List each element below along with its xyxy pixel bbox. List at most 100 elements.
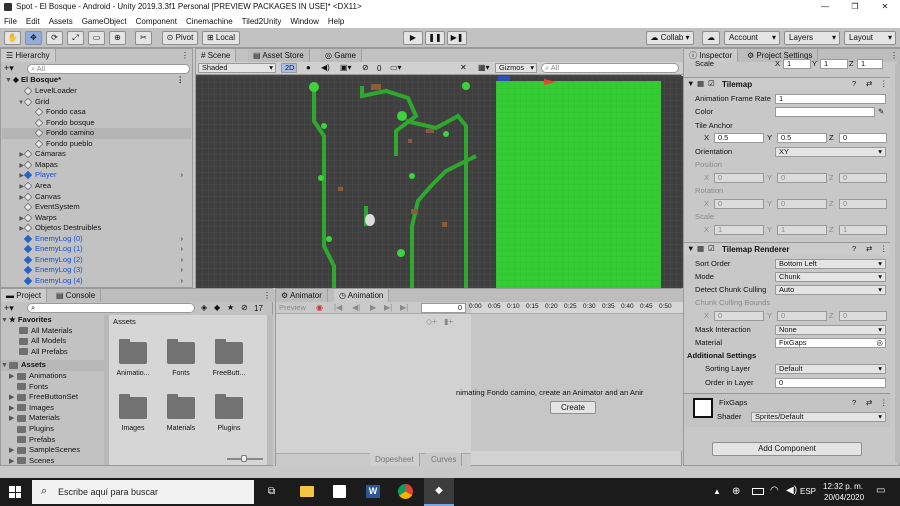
windows-start-icon[interactable] (9, 486, 21, 498)
hierarchy-item[interactable]: ▶ Cámaras (2, 149, 191, 160)
bounds-y[interactable]: 0 (777, 311, 827, 321)
grid-icon[interactable]: ▦▾ (478, 63, 490, 72)
close-button[interactable]: ✕ (875, 0, 895, 14)
preset-icon[interactable]: ⇄ (866, 244, 872, 254)
preset-icon[interactable]: ⇄ (866, 79, 872, 89)
add-keyframe-icon[interactable]: ◇+ (426, 317, 437, 326)
position-y[interactable]: 0 (777, 173, 827, 183)
hierarchy-item[interactable]: ▶ Warps (2, 213, 191, 224)
help-icon[interactable]: ? (852, 398, 856, 408)
network-icon[interactable]: ⊕ (732, 486, 740, 497)
shader-dropdown[interactable]: Sprites/Default ▾ (751, 412, 886, 422)
step-button[interactable]: ▶❚ (447, 31, 467, 45)
enable-checkbox[interactable]: ☑ (708, 79, 715, 89)
prev-frame-icon[interactable]: ◀| (352, 303, 360, 312)
layout-dropdown[interactable]: Layout ▾ (844, 31, 896, 45)
assets-folder[interactable]: ▶ Images (1, 403, 104, 414)
add-component-button[interactable]: Add Component (712, 442, 862, 456)
tab-hierarchy[interactable]: ☰ Hierarchy (1, 49, 56, 62)
tab-curves[interactable]: Curves (426, 453, 463, 466)
filter-type-icon[interactable]: ◈ (201, 303, 207, 312)
sorting-layer-dropdown[interactable]: Default ▾ (775, 364, 886, 374)
hierarchy-item[interactable]: LevelLoader (2, 86, 191, 97)
inspector-scrollbar[interactable] (895, 63, 900, 463)
assets-scrollbar[interactable] (267, 315, 273, 465)
preset-icon[interactable]: ⇄ (866, 398, 872, 408)
clock-date[interactable]: 20/04/2020 (824, 493, 864, 502)
2d-toggle[interactable]: 2D (281, 63, 297, 73)
assets-folder[interactable]: Fonts (1, 382, 104, 393)
tile-anchor-x[interactable]: 0.5 (714, 133, 764, 143)
hidden-packages-icon[interactable]: ⊘ (241, 303, 248, 312)
transform-tool-button[interactable]: ⊕ (109, 31, 126, 45)
rotation-x[interactable]: 0 (714, 199, 764, 209)
task-view-icon[interactable]: ⧉ (268, 486, 275, 497)
panel-menu-icon[interactable]: ⋮ (263, 291, 271, 300)
scene-root[interactable]: ▼◆ El Bosque* ⋮ (5, 75, 190, 86)
scene-viewport[interactable] (196, 76, 683, 288)
menu-item-2[interactable]: Assets (49, 17, 73, 26)
tile-anchor-y[interactable]: 0.5 (777, 133, 827, 143)
tools-icon[interactable]: ✕ (460, 63, 467, 72)
store-app-icon[interactable] (333, 485, 346, 498)
volume-icon[interactable]: ◀) (786, 485, 797, 496)
assets-folder[interactable]: ▶ Materials (1, 413, 104, 424)
hierarchy-item[interactable]: EnemyLog (1) › (2, 244, 191, 255)
language-indicator[interactable]: ESP (800, 487, 816, 496)
tab-project[interactable]: ▬ Project (1, 289, 48, 302)
hierarchy-item[interactable]: EnemyLog (2) › (2, 255, 191, 266)
assets-folder[interactable]: Plugins (1, 424, 104, 435)
wifi-icon[interactable]: ◠ (770, 485, 779, 496)
asset-folder-icon[interactable] (215, 339, 243, 364)
effects-icon[interactable]: ▣▾ (340, 63, 352, 72)
rect-tool-button[interactable]: ▭ (88, 31, 105, 45)
custom-tool-button[interactable]: ✂ (135, 31, 152, 45)
word-icon[interactable]: W (366, 485, 380, 498)
assets-root[interactable]: ▼ Assets (1, 360, 104, 371)
asset-folder-icon[interactable] (167, 394, 195, 419)
assets-folder[interactable]: ▶ Scenes (1, 456, 104, 467)
color-field[interactable] (775, 107, 875, 117)
hierarchy-item[interactable]: EnemyLog (4) › (2, 276, 191, 287)
menu-item-4[interactable]: Component (136, 17, 177, 26)
component-menu-icon[interactable]: ⋮ (880, 79, 888, 89)
hierarchy-item[interactable]: Fondo pueblo (2, 139, 191, 150)
shading-dropdown[interactable]: Shaded ▾ (198, 63, 276, 73)
chrome-icon[interactable] (398, 484, 413, 499)
last-frame-icon[interactable]: ▶| (400, 303, 408, 312)
scale-z[interactable]: 1 (839, 225, 887, 235)
asset-folder-icon[interactable] (215, 394, 243, 419)
assets-folder[interactable]: ▶ SampleScenes (1, 445, 104, 456)
open-prefab-icon[interactable]: › (180, 255, 183, 266)
eyedropper-icon[interactable]: ✎ (878, 107, 884, 117)
asset-folder-icon[interactable] (167, 339, 195, 364)
hierarchy-item[interactable]: ▶ Objetos Destruibles (2, 223, 191, 234)
culling-dropdown[interactable]: Auto ▾ (775, 285, 886, 295)
create-button[interactable]: Create (550, 401, 596, 414)
tab-asset-store[interactable]: ▤ Asset Store (248, 49, 310, 62)
mask-dropdown[interactable]: None ▾ (775, 325, 886, 335)
object-picker-icon[interactable]: ◎ (877, 339, 883, 347)
audio-icon[interactable]: ◀) (321, 63, 330, 72)
hidden-objects-icon[interactable]: ⊘ (362, 63, 369, 72)
timeline-ruler[interactable]: 0:00 0:05 0:10 0:15 0:20 0:25 0:30 0:35 0:40 0:45… (469, 302, 683, 314)
component-menu-icon[interactable]: ⋮ (880, 398, 888, 408)
add-event-icon[interactable]: ▮+ (444, 317, 453, 326)
orientation-dropdown[interactable]: XY ▾ (775, 147, 886, 157)
position-x[interactable]: 0 (714, 173, 764, 183)
sort_order-dropdown[interactable]: Bottom Left ▾ (775, 259, 886, 269)
move-tool-button[interactable]: ✥ (25, 31, 42, 45)
tile-anchor-z[interactable]: 0 (839, 133, 887, 143)
bounds-x[interactable]: 0 (714, 311, 764, 321)
hierarchy-search-input[interactable]: ⌕ All (27, 64, 190, 74)
assets-breadcrumb[interactable]: Assets (113, 317, 136, 327)
open-prefab-icon[interactable]: › (180, 244, 183, 255)
component-menu-icon[interactable]: ⋮ (880, 244, 888, 254)
scene-menu-icon[interactable]: ⋮ (176, 75, 184, 86)
mode-dropdown[interactable]: Chunk ▾ (775, 272, 886, 282)
bounds-z[interactable]: 0 (839, 311, 887, 321)
menu-item-3[interactable]: GameObject (82, 17, 127, 26)
hierarchy-item[interactable]: EventSystem (2, 202, 191, 213)
favorite-item[interactable]: All Models (1, 336, 104, 347)
hierarchy-item[interactable]: ▶ Player › (2, 170, 191, 181)
